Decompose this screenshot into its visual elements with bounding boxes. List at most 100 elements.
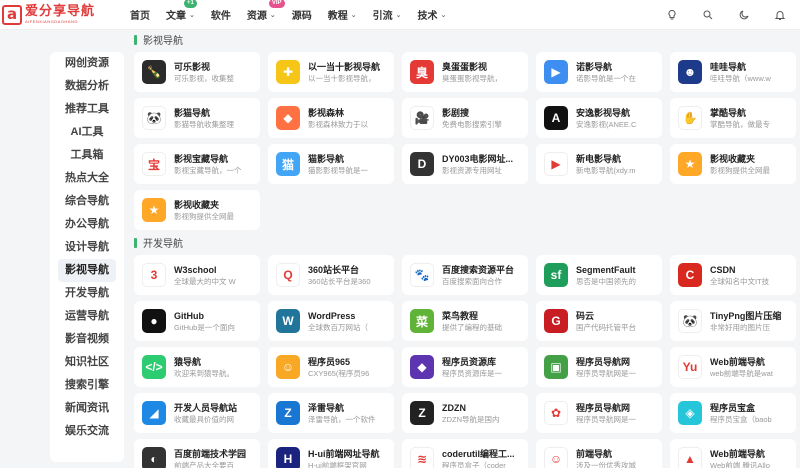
sidebar-item-6[interactable]: 综合导航	[50, 190, 124, 213]
nav-item-2[interactable]: 软件	[211, 7, 231, 22]
card-name: 诺影导航	[576, 61, 613, 72]
nav-label: 文章	[166, 11, 186, 22]
site-card[interactable]: ● GitHub GitHub是一个面向	[134, 301, 260, 341]
site-card[interactable]: ▣ 程序员导航网 程序员导航网是一	[536, 347, 662, 387]
card-name: W3school	[174, 264, 217, 275]
site-card[interactable]: 臭臭蛋蛋影视 臭蛋蛋影视导航，	[402, 52, 528, 92]
sidebar-item-1[interactable]: 数据分析	[50, 75, 124, 98]
card-description: 程序员导航网是一	[576, 368, 636, 378]
site-card[interactable]: ▶ 诺影导航 诺影导航是一个在	[536, 52, 662, 92]
site-card[interactable]: ★ 影视收藏夹 影视狗提供全网最	[134, 190, 260, 230]
site-card[interactable]: 🐼 TinyPng图片压缩 非常好用的图片压	[670, 301, 796, 341]
lightbulb-icon[interactable]	[662, 5, 682, 25]
sidebar-item-3[interactable]: AI工具	[50, 121, 124, 144]
coderutil-icon: ≋	[410, 447, 434, 468]
site-card[interactable]: ◢ 开发人员导航站 收藏最具价值的网	[134, 393, 260, 433]
sidebar-item-4[interactable]: 工具箱	[50, 144, 124, 167]
nav-label: 源码	[291, 11, 312, 22]
site-card[interactable]: ☺ 程序员965 CXY965(程序员96	[268, 347, 394, 387]
sidebar-item-11[interactable]: 运营导航	[50, 305, 124, 328]
site-card[interactable]: Z ZDZN ZDZN导航是国内	[402, 393, 528, 433]
site-card[interactable]: ▲ Web前端导航 Web前端 腾讯Allo	[670, 439, 796, 468]
nav-item-0[interactable]: 首页	[130, 7, 150, 22]
sidebar-item-15[interactable]: 新闻资讯	[50, 397, 124, 420]
site-card[interactable]: ✿ 程序员导航网 程序员导航网是一	[536, 393, 662, 433]
nav-item-3[interactable]: 资源 ⌄ VIP	[246, 0, 285, 22]
site-card[interactable]: ★ 影视收藏夹 影视狗提供全网最	[670, 144, 796, 184]
site-card[interactable]: ◆ 影视森林 影视森林致力于以	[268, 98, 394, 138]
site-card[interactable]: ✚ 以一当十影视导航 以一当十影视导航，	[268, 52, 394, 92]
site-card[interactable]: A 安逸影视导航 安逸影视(ANEE.C	[536, 98, 662, 138]
nav-item-6[interactable]: 引流 ⌄	[373, 7, 402, 22]
site-card[interactable]: ≋ coderutil编程工... 程序员盒子（coder	[402, 439, 528, 468]
card-description: 哇哇导航（www.w	[710, 73, 771, 83]
nav-item-1[interactable]: 文章 ⌄ +1	[166, 0, 197, 22]
sidebar-item-10[interactable]: 开发导航	[50, 282, 124, 305]
dy-icon: D	[410, 152, 434, 176]
site-card[interactable]: W WordPress 全球数百万网站（	[268, 301, 394, 341]
moon-icon[interactable]	[734, 5, 754, 25]
bell-icon[interactable]	[770, 5, 790, 25]
site-card[interactable]: ◐ 百度前端技术学园 前端产品大全要百	[134, 439, 260, 468]
logo-mark-icon: a	[2, 4, 22, 25]
site-card[interactable]: 3 W3school 全球最大的中文 W	[134, 255, 260, 295]
site-card[interactable]: sf SegmentFault 思否是中国领先的	[536, 255, 662, 295]
site-card[interactable]: ☺ 前端导航 涉及一份优秀攻城	[536, 439, 662, 468]
site-card[interactable]: ◈ 程序员宝盒 程序员宝盒（baob	[670, 393, 796, 433]
sidebar-item-16[interactable]: 娱乐交流	[50, 420, 124, 443]
site-card[interactable]: D DY003电影网址... 影视资源专用网址	[402, 144, 528, 184]
search-icon[interactable]	[698, 5, 718, 25]
site-card[interactable]: 🍾 可乐影视 可乐影视，收集整	[134, 52, 260, 92]
card-description: 诺影导航是一个在	[576, 73, 636, 83]
site-card[interactable]: ✋ 掌酷导航 掌酷导航，做最专	[670, 98, 796, 138]
site-card[interactable]: 菜菜鸟教程 提供了编程的基础	[402, 301, 528, 341]
sidebar-item-5[interactable]: 热点大全	[50, 167, 124, 190]
site-card[interactable]: 猫猫影导航 猫影影视导航是一	[268, 144, 394, 184]
site-card[interactable]: G 码云 国产代码托管平台	[536, 301, 662, 341]
section-bar	[134, 237, 137, 248]
site-card[interactable]: ◆ 程序员资源库 程序员资源库是一	[402, 347, 528, 387]
sidebar-item-2[interactable]: 推荐工具	[50, 98, 124, 121]
sidebar-item-8[interactable]: 设计导航	[50, 236, 124, 259]
site-card[interactable]: 🐾 百度搜索资源平台 百度搜索面向合作	[402, 255, 528, 295]
card-name: 百度搜索资源平台	[442, 264, 515, 275]
site-card[interactable]: 🎥 影剧搜 免费电影搜索引擎	[402, 98, 528, 138]
card-description: 泽雷导航，一个软件	[308, 414, 376, 424]
play-icon: ▶	[544, 60, 568, 84]
sidebar-item-9[interactable]: 影视导航	[58, 259, 116, 282]
card-description: 前端产品大全要百	[174, 460, 234, 468]
card-name: 以一当十影视导航	[308, 61, 381, 72]
site-card[interactable]: C CSDN 全球知名中文IT技	[670, 255, 796, 295]
card-name: 百度前端技术学园	[174, 448, 247, 459]
card-description: 影视资源专用网址	[442, 165, 502, 175]
sidebar-item-13[interactable]: 知识社区	[50, 351, 124, 374]
site-card[interactable]: 🐼 影猫导航 影猫导航收集整理	[134, 98, 260, 138]
main-nav: 首页 文章 ⌄ +1 软件 资源 ⌄ VIP 源码 教程 ⌄ 引流 ⌄ 技术 ⌄	[130, 0, 462, 22]
w3-icon: 3	[142, 263, 166, 287]
card-name: SegmentFault	[576, 264, 636, 275]
card-description: 程序员盒子（coder	[442, 460, 506, 468]
sidebar-item-12[interactable]: 影音视频	[50, 328, 124, 351]
card-name: 安逸影视导航	[576, 107, 631, 118]
site-card[interactable]: H H-ui前端网址导航 H-ui前端框架官网	[268, 439, 394, 468]
card-description: 全球知名中文IT技	[710, 276, 770, 286]
site-logo[interactable]: a 爱分享导航 AIFENXIANGDAOHANG	[0, 4, 120, 25]
card-description: ZDZN导航是国内	[442, 414, 500, 424]
sidebar-item-7[interactable]: 办公导航	[50, 213, 124, 236]
site-card[interactable]: Z 泽雷导航 泽雷导航，一个软件	[268, 393, 394, 433]
site-card[interactable]: 宝影视宝藏导航 影视宝藏导航，一个	[134, 144, 260, 184]
sidebar-item-14[interactable]: 搜索引擎	[50, 374, 124, 397]
card-description: 国产代码托管平台	[576, 322, 636, 332]
site-card[interactable]: ▶ 新电影导航 新电影导航(xdy.m	[536, 144, 662, 184]
site-card[interactable]: </> 猿导航 欢迎来到猿导航。	[134, 347, 260, 387]
site-card[interactable]: Yu Web前端导航 web前端导航是wat	[670, 347, 796, 387]
nav-item-4[interactable]: 源码	[292, 7, 312, 22]
site-card[interactable]: Q 360站长平台 360站长平台是360	[268, 255, 394, 295]
sidebar-item-0[interactable]: 网创资源	[50, 52, 124, 75]
z-icon: Z	[276, 401, 300, 425]
nav-item-5[interactable]: 教程 ⌄	[328, 7, 357, 22]
nav-label: 资源	[246, 11, 267, 22]
site-card[interactable]: ☻ 哇哇导航 哇哇导航（www.w	[670, 52, 796, 92]
nav-item-7[interactable]: 技术 ⌄	[418, 7, 447, 22]
card-description: 提供了编程的基础	[442, 322, 502, 332]
